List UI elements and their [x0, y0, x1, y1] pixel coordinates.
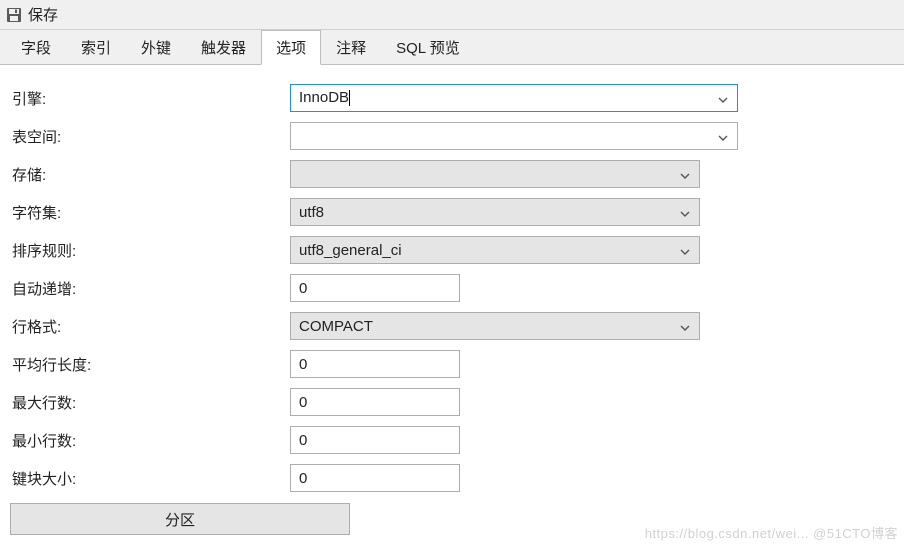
partition-button-label: 分区: [165, 509, 195, 530]
collation-combobox[interactable]: utf8_general_ci: [290, 236, 700, 264]
label-maxrows: 最大行数:: [10, 392, 290, 413]
row-keyblock: 键块大小: 0: [10, 459, 894, 497]
maxrows-input[interactable]: 0: [290, 388, 460, 416]
chevron-down-icon: [677, 204, 693, 221]
tab-comments[interactable]: 注释: [321, 30, 381, 65]
tab-label: 索引: [81, 40, 111, 57]
label-rowformat: 行格式:: [10, 316, 290, 337]
tab-label: 注释: [336, 40, 366, 57]
chevron-down-icon: [677, 242, 693, 259]
avgrowlen-input[interactable]: 0: [290, 350, 460, 378]
row-maxrows: 最大行数: 0: [10, 383, 894, 421]
tab-label: 选项: [276, 40, 306, 57]
row-autoinc: 自动递增: 0: [10, 269, 894, 307]
tabstrip: 字段 索引 外键 触发器 选项 注释 SQL 预览: [0, 30, 904, 64]
row-rowformat: 行格式: COMPACT: [10, 307, 894, 345]
chevron-down-icon: [677, 318, 693, 335]
tab-label: 字段: [21, 40, 51, 57]
keyblock-input[interactable]: 0: [290, 464, 460, 492]
engine-combobox[interactable]: InnoDB: [290, 84, 738, 112]
charset-value: utf8: [299, 204, 324, 221]
autoinc-value: 0: [299, 280, 307, 297]
tab-fields[interactable]: 字段: [6, 30, 66, 65]
minrows-value: 0: [299, 432, 307, 449]
chevron-down-icon: [715, 90, 731, 107]
label-tablespace: 表空间:: [10, 126, 290, 147]
maxrows-value: 0: [299, 394, 307, 411]
tab-triggers[interactable]: 触发器: [186, 30, 261, 65]
save-icon: [6, 7, 22, 23]
row-minrows: 最小行数: 0: [10, 421, 894, 459]
label-charset: 字符集:: [10, 202, 290, 223]
storage-combobox[interactable]: [290, 160, 700, 188]
row-tablespace: 表空间:: [10, 117, 894, 155]
label-avgrowlen: 平均行长度:: [10, 354, 290, 375]
tab-sql-preview[interactable]: SQL 预览: [381, 30, 475, 65]
rowformat-combobox[interactable]: COMPACT: [290, 312, 700, 340]
chevron-down-icon: [715, 128, 731, 145]
window: 保存 字段 索引 外键 触发器 选项 注释 SQL 预览 引擎: InnoDB …: [0, 0, 904, 546]
label-minrows: 最小行数:: [10, 430, 290, 451]
tab-indexes[interactable]: 索引: [66, 30, 126, 65]
engine-value: InnoDB: [299, 89, 350, 106]
tab-label: 触发器: [201, 40, 246, 57]
tablespace-combobox[interactable]: [290, 122, 738, 150]
label-keyblock: 键块大小:: [10, 468, 290, 489]
row-avgrowlen: 平均行长度: 0: [10, 345, 894, 383]
avgrowlen-value: 0: [299, 356, 307, 373]
keyblock-value: 0: [299, 470, 307, 487]
label-collation: 排序规则:: [10, 240, 290, 261]
row-engine: 引擎: InnoDB: [10, 79, 894, 117]
label-storage: 存储:: [10, 164, 290, 185]
tab-label: SQL 预览: [396, 40, 460, 57]
window-title: 保存: [28, 4, 58, 25]
autoinc-input[interactable]: 0: [290, 274, 460, 302]
collation-value: utf8_general_ci: [299, 242, 402, 259]
options-panel: 引擎: InnoDB 表空间: 存储:: [0, 64, 904, 546]
tab-label: 外键: [141, 40, 171, 57]
minrows-input[interactable]: 0: [290, 426, 460, 454]
tab-options[interactable]: 选项: [261, 30, 321, 65]
chevron-down-icon: [677, 166, 693, 183]
titlebar: 保存: [0, 0, 904, 30]
partition-button[interactable]: 分区: [10, 503, 350, 535]
row-charset: 字符集: utf8: [10, 193, 894, 231]
charset-combobox[interactable]: utf8: [290, 198, 700, 226]
label-engine: 引擎:: [10, 88, 290, 109]
tab-foreign-keys[interactable]: 外键: [126, 30, 186, 65]
label-autoinc: 自动递增:: [10, 278, 290, 299]
row-storage: 存储:: [10, 155, 894, 193]
text-caret: [349, 90, 350, 106]
rowformat-value: COMPACT: [299, 318, 373, 335]
row-collation: 排序规则: utf8_general_ci: [10, 231, 894, 269]
